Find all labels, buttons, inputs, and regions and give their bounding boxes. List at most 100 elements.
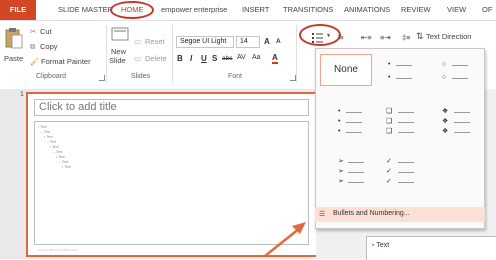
delete-label: Delete [145,54,167,63]
divider [172,25,173,83]
tab-insert[interactable]: INSERT [242,0,269,20]
format-painter-label: Format Painter [41,57,91,66]
tab-overflow[interactable]: OF [482,0,492,20]
right-pane-text: Text [376,242,390,249]
home-tab-highlight [110,1,154,19]
bullets-and-numbering-menu-item[interactable]: ☰ Bullets and Numbering... [315,207,485,222]
bullets-numbering-icon: ☰ [319,211,326,218]
bullet-dot-glyph: • [338,118,341,125]
bullet-option-checkmark[interactable]: ✓ ✓ ✓ [376,156,428,188]
increase-indent-icon[interactable]: ≡⇥ [380,33,391,42]
underline-button[interactable]: U [201,54,207,63]
font-name-select[interactable]: Segoe UI Light [176,36,234,48]
bullet-check-glyph: ✓ [386,168,392,175]
clipboard-launcher[interactable] [99,75,105,81]
bullet-line [452,65,468,66]
bullet-line [348,162,364,163]
bullet-square-glyph: ❑ [386,118,393,125]
tab-animations[interactable]: ANIMATIONS [344,0,390,20]
text-direction-button[interactable]: Text Direction [426,32,471,41]
bullet-level-9: • Text [62,165,71,169]
line-spacing-icon[interactable]: ‡≡ [402,33,411,42]
decrease-indent-icon[interactable]: ⇤≡ [361,33,372,42]
slides-group-label: Slides [131,73,151,80]
bullet-line [454,132,470,133]
bullet-square-glyph: ❑ [386,108,393,115]
text-direction-icon: ⇅ [416,31,424,41]
ribbon-tab-bar: FILE SLIDE MASTER HOME empower enterpris… [0,0,496,20]
bullet-level-8: – Text [59,160,69,164]
bold-button[interactable]: B [177,54,183,63]
slide-number: 1 [20,91,24,98]
reset-label: Reset [145,37,165,46]
bullet-star-glyph: ❖ [442,108,449,115]
reset-button[interactable]: ▭ Reset [134,37,170,47]
tab-slide-master[interactable]: SLIDE MASTER [58,0,113,20]
reset-icon: ▭ [134,37,142,46]
bullet-level-4: – Text [47,140,57,144]
font-size-select[interactable]: 14 [236,36,260,48]
bullet-option-none[interactable]: None [320,54,372,86]
new-slide-label-1: New [111,47,127,56]
divider [296,25,297,83]
bullet-circle-glyph: ○ [442,61,447,68]
char-spacing-icon[interactable]: AV [237,54,246,61]
bullet-check-glyph: ✓ [386,158,392,165]
delete-icon: ▭ [134,54,142,63]
bullet-line [398,112,414,113]
bullets-and-numbering-label: Bullets and Numbering... [333,210,410,217]
bullets-gallery-dropdown: None • • ○ ○ • • • ❑ ❑ ❑ ❖ ❖ ❖ ➢ ➢ ➢ ✓ ✓… [315,48,485,229]
tab-empower[interactable]: empower enterprise [161,0,227,20]
delete-button[interactable]: ▭ Delete [134,54,170,64]
bullet-line [346,122,362,123]
bullet-level-2: – Text [41,130,51,134]
bullet-line [398,132,414,133]
bullet-option-hollow-circle[interactable]: ○ ○ [432,54,484,86]
bullet-option-star[interactable]: ❖ ❖ ❖ [432,106,484,138]
font-color-button[interactable]: A [272,53,278,64]
bullet-level-6: – Text [53,150,63,154]
grow-font-button[interactable]: A [264,37,270,46]
strikethrough-button[interactable]: abc [222,55,232,62]
bullet-arrow-glyph: ➢ [338,158,344,165]
paste-icon [5,28,23,49]
body-placeholder[interactable]: • Text – Text • Text – Text • Text – Tex… [34,121,309,245]
bullet-level-7: • Text [56,155,65,159]
bullet-option-arrow[interactable]: ➢ ➢ ➢ [320,156,372,188]
bullet-line [398,162,414,163]
slide-footer: Source: Microsoft Office 2013 [38,248,78,252]
bullet-star-glyph: ❖ [442,128,449,135]
tab-file[interactable]: FILE [0,0,36,20]
bullet-option-hollow-square[interactable]: ❑ ❑ ❑ [376,106,428,138]
tab-view[interactable]: VIEW [447,0,466,20]
title-placeholder[interactable]: Click to add title [34,99,309,116]
format-painter-button[interactable]: 🖌 Format Painter [30,57,102,67]
clipboard-group-label: Clipboard [36,73,66,80]
divider [106,25,107,83]
bullets-button-highlight [299,24,341,46]
bullet-line [396,78,412,79]
bullet-arrow-glyph: ➢ [338,168,344,175]
cut-icon: ✂ [30,27,37,36]
bullet-line [398,172,414,173]
bullet-line [454,122,470,123]
paste-button[interactable]: Paste [4,27,24,67]
italic-button[interactable]: I [190,54,192,63]
change-case-button[interactable]: Aa [252,54,261,61]
shadow-button[interactable]: S [212,54,217,63]
bullet-square-glyph: ❑ [386,128,393,135]
bullet-option-filled-dot[interactable]: • • • [320,106,372,138]
bullet-option-filled-dot-small[interactable]: • • [376,54,428,86]
bullet-dot-glyph: • [388,74,391,81]
new-slide-button[interactable]: New Slide [109,27,131,67]
bullet-star-glyph: ❖ [442,118,449,125]
tab-transitions[interactable]: TRANSITIONS [283,0,333,20]
tab-review[interactable]: REVIEW [401,0,431,20]
copy-button[interactable]: ⧉ Copy [30,42,74,52]
font-group-label: Font [228,73,243,80]
cut-button[interactable]: ✂ Cut [30,27,70,37]
format-painter-icon: 🖌 [30,57,40,66]
shrink-font-button[interactable]: A [276,38,281,45]
copy-icon: ⧉ [30,42,36,51]
bullet-dot-glyph: • [338,128,341,135]
